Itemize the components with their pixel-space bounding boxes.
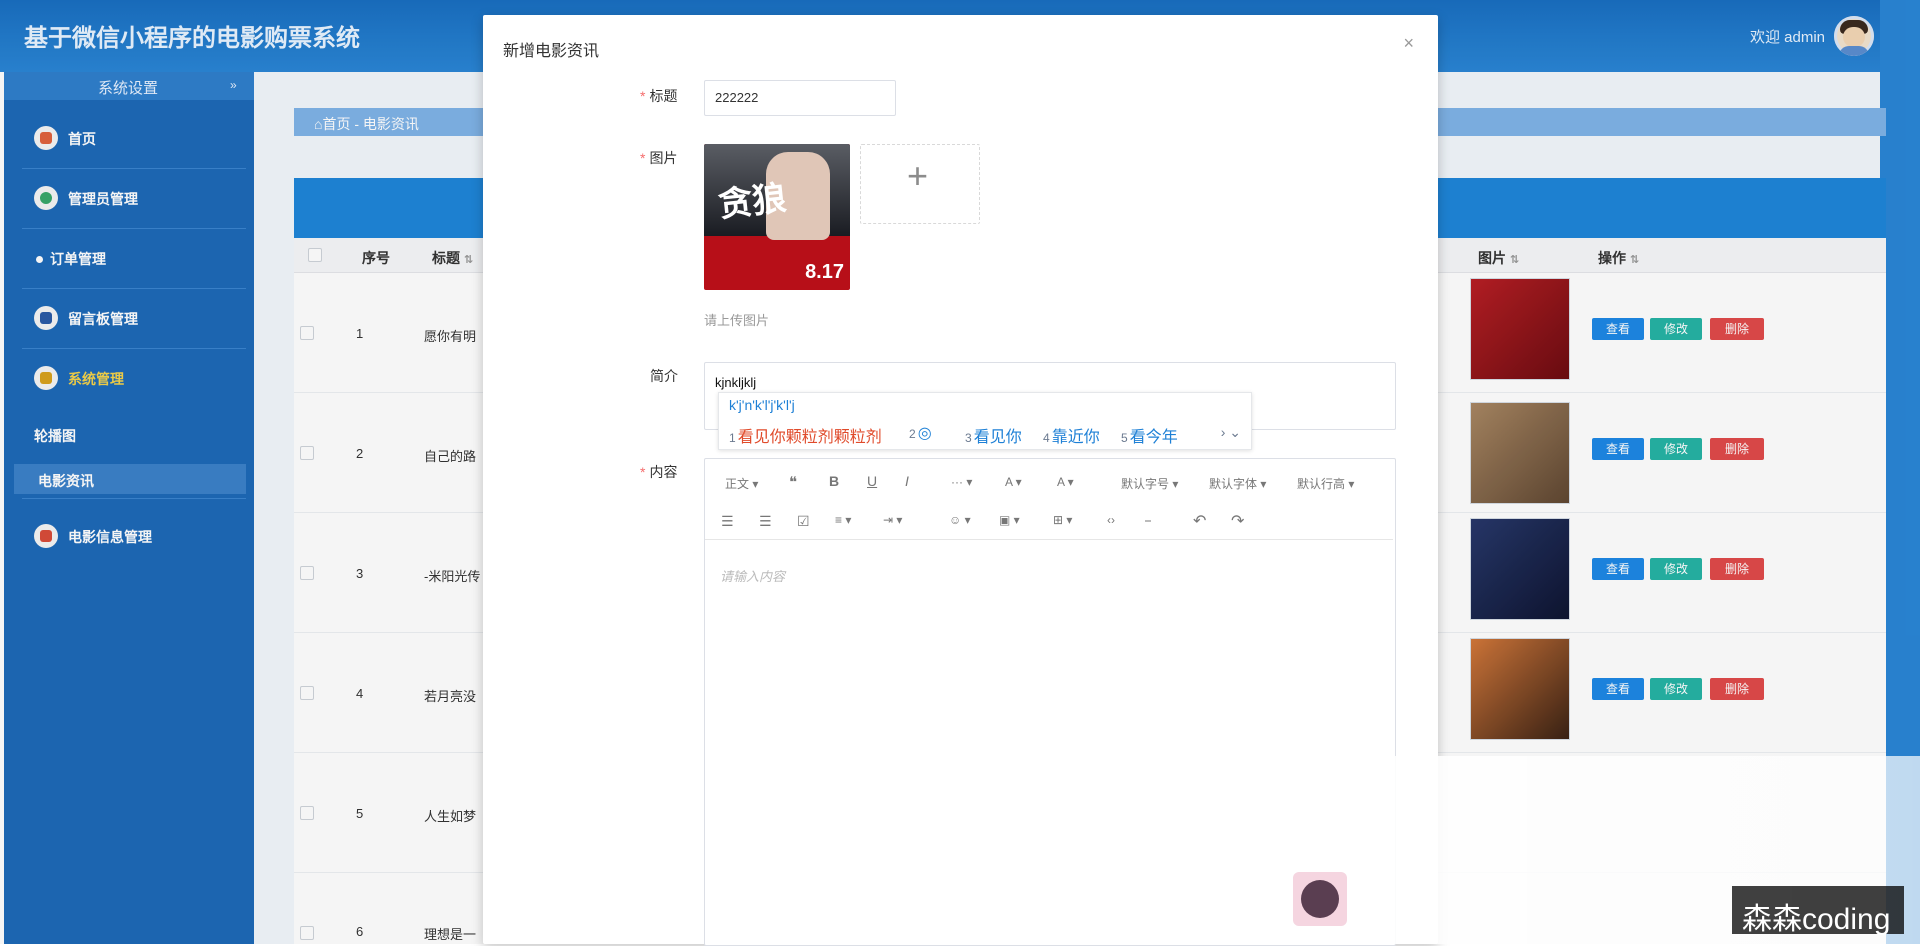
align-dropdown[interactable]: ≡ ▾: [835, 513, 851, 527]
code-icon[interactable]: ‹›: [1107, 513, 1115, 527]
plus-icon: +: [907, 155, 929, 196]
editor-toolbar: 正文 ▾ ❝ B U I ··· ▾ A ▾ A ▾ 默认字号 ▾ 默认字体 ▾…: [705, 459, 1393, 540]
font-family-dropdown[interactable]: 默认字体 ▾: [1209, 475, 1266, 492]
numbered-list-icon[interactable]: ☰: [759, 513, 772, 530]
ime-candidate-5[interactable]: 5 看今年: [1121, 423, 1178, 447]
image-dropdown[interactable]: ▣ ▾: [999, 513, 1020, 527]
ime-candidate-4[interactable]: 4 靠近你: [1043, 423, 1100, 447]
undo-icon[interactable]: ↶: [1193, 511, 1206, 531]
upload-button[interactable]: +: [860, 144, 980, 224]
content-placeholder: 请输入内容: [720, 569, 786, 584]
watermark: 森森coding: [1732, 886, 1904, 936]
more-styles-dropdown[interactable]: ··· ▾: [951, 475, 972, 489]
font-size-dropdown[interactable]: 默认字号 ▾: [1121, 475, 1178, 492]
title-label: * 标题: [640, 88, 678, 104]
ime-pinyin: k'j'n'k'l'j'k'l'j: [729, 397, 795, 413]
emoji-dropdown[interactable]: ☺ ▾: [949, 513, 971, 527]
title-input-value: 222222: [715, 90, 759, 105]
font-color-dropdown[interactable]: A ▾: [1005, 475, 1022, 489]
watermark-text: 森森coding: [1742, 903, 1891, 936]
todo-icon[interactable]: ☑: [797, 513, 810, 530]
ime-candidate-2[interactable]: 2 ◎: [909, 423, 932, 443]
poster-date: 8.17: [805, 261, 844, 283]
mascot-sticker: [1293, 872, 1347, 926]
dialog-title: 新增电影资讯: [503, 43, 600, 60]
intro-label: 简介: [650, 368, 678, 384]
line-height-dropdown[interactable]: 默认行高 ▾: [1297, 475, 1354, 492]
indent-dropdown[interactable]: ⇥ ▾: [883, 513, 902, 527]
redo-icon[interactable]: ↷: [1231, 511, 1244, 531]
italic-icon[interactable]: I: [905, 473, 909, 489]
image-label: * 图片: [640, 150, 678, 166]
ime-candidate-3[interactable]: 3 看见你: [965, 423, 1022, 447]
upload-hint: 请上传图片: [704, 313, 770, 328]
bold-icon[interactable]: B: [829, 473, 839, 489]
table-dropdown[interactable]: ⊞ ▾: [1053, 513, 1072, 527]
ime-candidate-popup: k'j'n'k'l'j'k'l'j 1 看见你颗粒剂颗粒剂 2 ◎ 3 看见你 4 靠近…: [718, 392, 1252, 450]
underline-icon[interactable]: U: [867, 473, 877, 489]
background-color-dropdown[interactable]: A ▾: [1057, 475, 1074, 489]
close-icon[interactable]: ×: [1403, 33, 1414, 54]
chevron-right-icon[interactable]: › ⌄: [1221, 424, 1241, 441]
divider-icon[interactable]: ⎯: [1145, 513, 1151, 528]
content-label: * 内容: [640, 464, 678, 480]
quote-icon[interactable]: ❝: [789, 473, 797, 491]
intro-value: kjnkljklj: [715, 375, 757, 390]
poster-title: 贪狼: [716, 179, 789, 225]
format-dropdown[interactable]: 正文 ▾: [725, 475, 758, 492]
bullet-list-icon[interactable]: ☰: [721, 513, 734, 530]
uploaded-image[interactable]: 贪狼 8.17: [704, 144, 850, 290]
ime-candidate-1[interactable]: 1 看见你颗粒剂颗粒剂: [729, 423, 882, 447]
title-input[interactable]: 222222: [704, 80, 896, 116]
